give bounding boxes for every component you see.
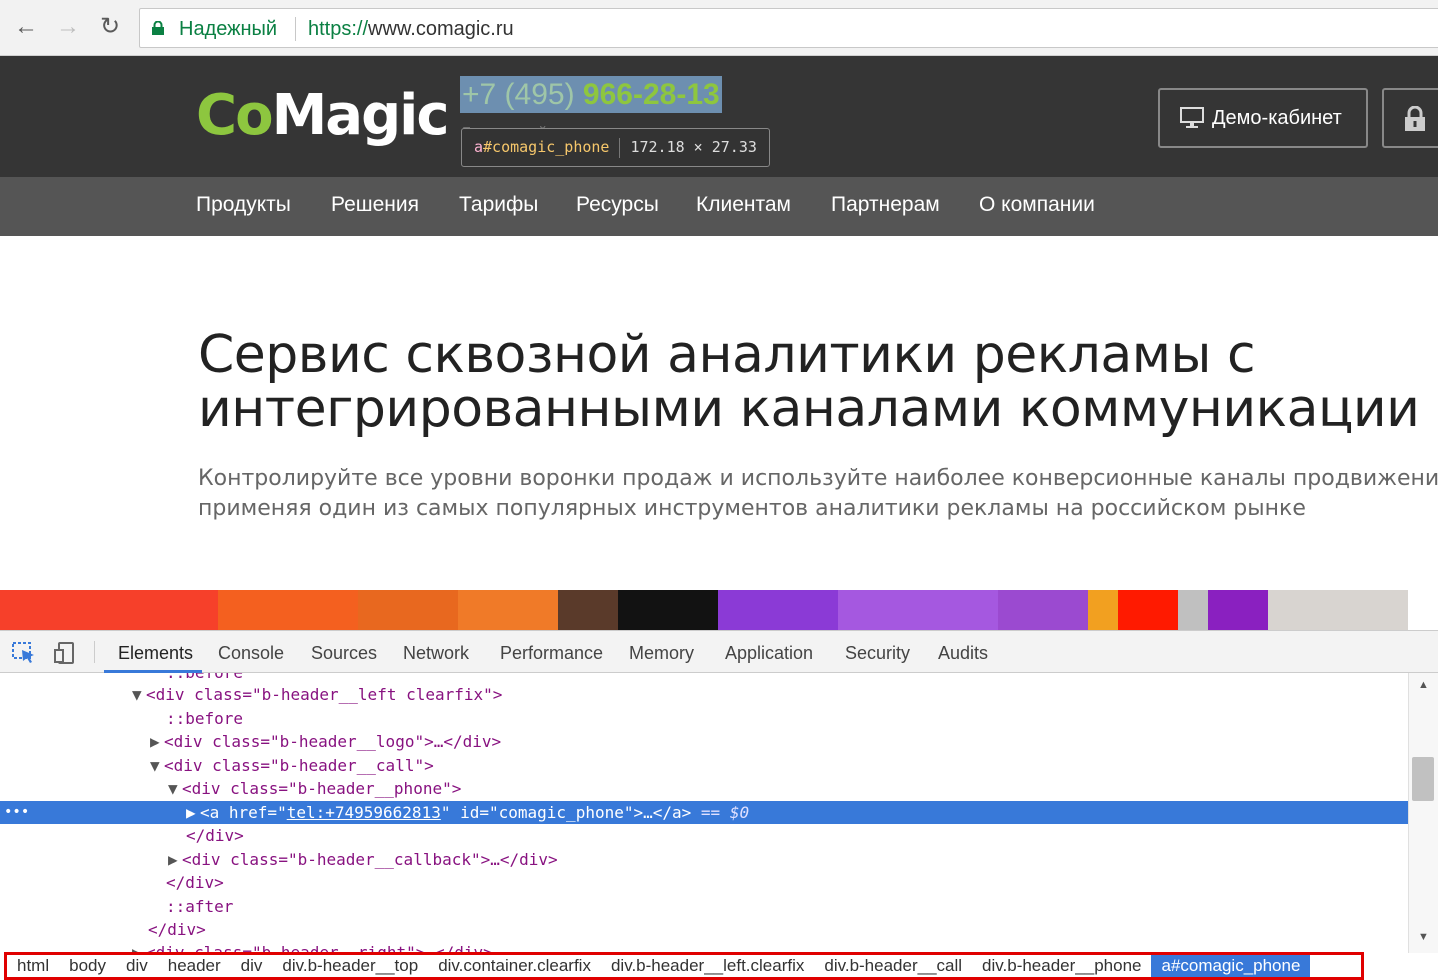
dom-node[interactable]: ▶ <div class="b-header__callback">…</div>	[0, 848, 1408, 871]
url-divider	[295, 17, 296, 41]
dom-tree: ::before ▼<div class="b-header__left cle…	[0, 673, 1408, 953]
banner-segment	[218, 590, 358, 630]
tab-security[interactable]: Security	[845, 643, 910, 664]
dom-node[interactable]: ▼ <div class="b-header__call">	[0, 754, 1408, 777]
forward-button[interactable]: →	[55, 14, 81, 40]
phone-number: 966-28-13	[582, 78, 720, 111]
breadcrumb-item[interactable]: div.b-header__top	[272, 955, 428, 977]
scroll-thumb[interactable]	[1412, 757, 1434, 801]
breadcrumb-item-active[interactable]: a#comagic_phone	[1151, 955, 1311, 977]
site-nav: Продукты Решения Тарифы Ресурсы Клиентам…	[0, 177, 1438, 236]
href-link[interactable]: tel:+74959662813	[287, 803, 441, 822]
banner-segment	[998, 590, 1088, 630]
dom-node-selected[interactable]: ••• ▶ <a href="tel:+74959662813" id="coma…	[0, 801, 1408, 824]
nav-resources[interactable]: Ресурсы	[576, 193, 659, 217]
expanded-arrow-icon[interactable]: ▼	[150, 754, 164, 777]
phone-link[interactable]: +7 (495) 966-28-13	[460, 76, 722, 113]
login-button[interactable]	[1382, 88, 1438, 148]
collapsed-arrow-icon[interactable]: ▶	[150, 730, 164, 753]
nav-products[interactable]: Продукты	[196, 193, 291, 217]
banner-segment	[558, 590, 618, 630]
banner-segment	[1118, 590, 1178, 630]
breadcrumb-item[interactable]: div.b-header__call	[814, 955, 972, 977]
banner-segment	[1088, 590, 1118, 630]
breadcrumb-item[interactable]: div.b-header__phone	[972, 955, 1151, 977]
breadcrumb-item[interactable]: div	[116, 955, 158, 977]
comagic-logo[interactable]: CoMagic	[196, 83, 450, 148]
banner-segment	[718, 590, 838, 630]
tab-performance[interactable]: Performance	[500, 643, 603, 664]
dom-node[interactable]: </div>	[0, 871, 1408, 894]
dom-node[interactable]: </div>	[0, 918, 1408, 941]
url-scheme: https://	[308, 18, 369, 40]
dom-node[interactable]: ::after	[0, 895, 1408, 918]
monitor-icon	[1180, 107, 1204, 128]
tab-sources[interactable]: Sources	[311, 643, 377, 664]
breadcrumb-item[interactable]: html	[7, 955, 59, 977]
breadcrumb-item[interactable]: header	[158, 955, 231, 977]
padlock-icon	[1405, 106, 1425, 131]
banner-segment	[1178, 590, 1208, 630]
toolbar-separator	[94, 641, 95, 663]
tab-network[interactable]: Network	[403, 643, 469, 664]
devtools-panel: Elements Console Sources Network Perform…	[0, 630, 1438, 980]
breadcrumb-item[interactable]: div.container.clearfix	[428, 955, 601, 977]
dom-node[interactable]: ::before	[0, 707, 1408, 730]
banner-segment	[458, 590, 558, 630]
address-bar[interactable]: Надежный https://www.comagic.ru	[139, 8, 1438, 48]
banner-segment	[618, 590, 718, 630]
breadcrumb-item[interactable]: div.b-header__left.clearfix	[601, 955, 814, 977]
back-button[interactable]: ←	[13, 14, 39, 40]
scroll-down-icon[interactable]: ▼	[1418, 931, 1429, 943]
hero-description: Контролируйте все уровни воронки продаж …	[198, 466, 1438, 521]
collapsed-arrow-icon[interactable]: ▶	[186, 801, 200, 824]
tab-memory[interactable]: Memory	[629, 643, 694, 664]
breadcrumb-item[interactable]: div	[231, 955, 273, 977]
banner-segment	[838, 590, 998, 630]
expanded-arrow-icon[interactable]: ▼	[168, 777, 182, 800]
browser-toolbar: ← → ↻ Надежный https://www.comagic.ru	[0, 0, 1438, 56]
select-element-icon[interactable]	[12, 642, 36, 664]
tab-audits[interactable]: Audits	[938, 643, 988, 664]
devtools-tabbar: Elements Console Sources Network Perform…	[0, 631, 1438, 673]
tab-elements[interactable]: Elements	[118, 643, 193, 664]
secure-label: Надежный	[179, 18, 278, 40]
url-host: www.comagic.ru	[368, 18, 514, 40]
dom-node[interactable]: ▶ <div class="b-header__logo">…</div>	[0, 730, 1408, 753]
expanded-arrow-icon[interactable]: ▼	[132, 683, 146, 706]
tab-console[interactable]: Console	[218, 643, 284, 664]
collapsed-arrow-icon[interactable]: ▶	[168, 848, 182, 871]
url-text[interactable]: https://www.comagic.ru	[308, 18, 514, 41]
phone-prefix: +7 (495)	[462, 78, 583, 111]
breadcrumb-item[interactable]: body	[59, 955, 116, 977]
element-breadcrumb: html body div header div div.b-header__top div…	[4, 952, 1364, 980]
hero-banner-image	[0, 590, 1438, 630]
nav-clients[interactable]: Клиентам	[696, 193, 791, 217]
demo-cabinet-button[interactable]: Демо-кабинет	[1158, 88, 1368, 148]
demo-cabinet-label: Демо-кабинет	[1212, 107, 1342, 129]
banner-segment	[1208, 590, 1268, 630]
banner-segment	[1268, 590, 1408, 630]
banner-segment	[0, 590, 218, 630]
nav-solutions[interactable]: Решения	[331, 193, 419, 217]
more-dots-icon[interactable]: •••	[4, 801, 29, 824]
inspect-tooltip: a#comagic_phone 172.18 × 27.33	[461, 128, 770, 167]
dom-node[interactable]: ▼ <div class="b-header__phone">	[0, 777, 1408, 800]
lock-icon	[152, 21, 164, 35]
device-toolbar-icon[interactable]	[53, 641, 77, 665]
site-header: CoMagic Бесплатный звонок +7 (495) 966-2…	[0, 56, 1438, 177]
nav-about[interactable]: О компании	[979, 193, 1095, 217]
dom-node[interactable]: </div>	[0, 824, 1408, 847]
scroll-up-icon[interactable]: ▲	[1418, 679, 1429, 691]
banner-segment	[358, 590, 458, 630]
tab-application[interactable]: Application	[725, 643, 813, 664]
nav-pricing[interactable]: Тарифы	[459, 193, 538, 217]
hero-title: Сервис сквозной аналитики рекламы с интег…	[198, 325, 1420, 439]
dom-node[interactable]: ▼ <div class="b-header__left clearfix">	[0, 683, 1408, 706]
nav-partners[interactable]: Партнерам	[831, 193, 940, 217]
reload-button[interactable]: ↻	[97, 14, 123, 40]
dom-scrollbar[interactable]: ▲ ▼	[1408, 673, 1438, 953]
